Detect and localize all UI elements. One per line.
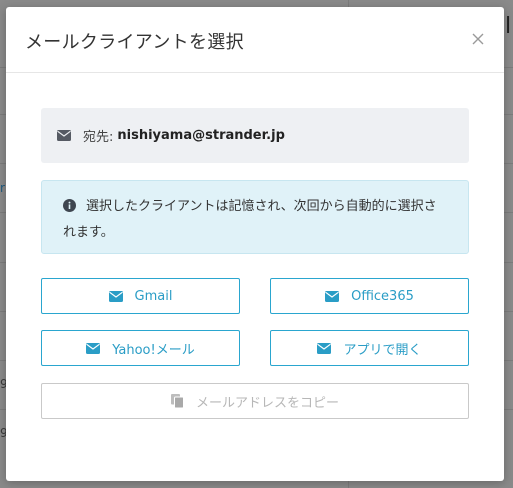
office365-button[interactable]: Office365 [270,278,469,314]
recipient-label: 宛先: [83,130,114,145]
close-button[interactable] [471,32,485,46]
yahoo-mail-button-label: Yahoo!メール [112,342,195,358]
info-icon [63,197,76,221]
dialog-title: メールクライアントを選択 [25,32,244,53]
bg-text-fragment: l [505,14,512,39]
open-in-app-button-label: アプリで開く [343,342,422,358]
copy-email-button-label: メールアドレスをコピー [195,395,339,411]
yahoo-mail-button[interactable]: Yahoo!メール [41,330,240,366]
envelope-icon [86,342,101,354]
office365-button-label: Office365 [351,288,414,304]
close-icon [472,33,484,45]
copy-email-button[interactable]: メールアドレスをコピー [41,383,469,419]
envelope-icon [317,342,332,354]
gmail-button-label: Gmail [134,288,173,304]
envelope-icon [325,290,340,302]
email-client-dialog: メールクライアントを選択 宛先: nishiyama@strander.jp 選… [6,7,504,481]
envelope-icon [57,130,71,141]
open-in-app-button[interactable]: アプリで開く [270,330,469,366]
recipient-email: nishiyama@strander.jp [117,128,285,143]
envelope-icon [108,290,123,302]
copy-icon [170,394,184,408]
info-text: 選択したクライアントは記憶され、次回から自動的に選択されます。 [63,199,437,240]
recipient-box: 宛先: nishiyama@strander.jp [41,108,469,163]
gmail-button[interactable]: Gmail [41,278,240,314]
dialog-header: メールクライアントを選択 [6,7,504,73]
bg-text-fragment: r [0,181,5,195]
info-alert: 選択したクライアントは記憶され、次回から自動的に選択されます。 [41,180,469,254]
